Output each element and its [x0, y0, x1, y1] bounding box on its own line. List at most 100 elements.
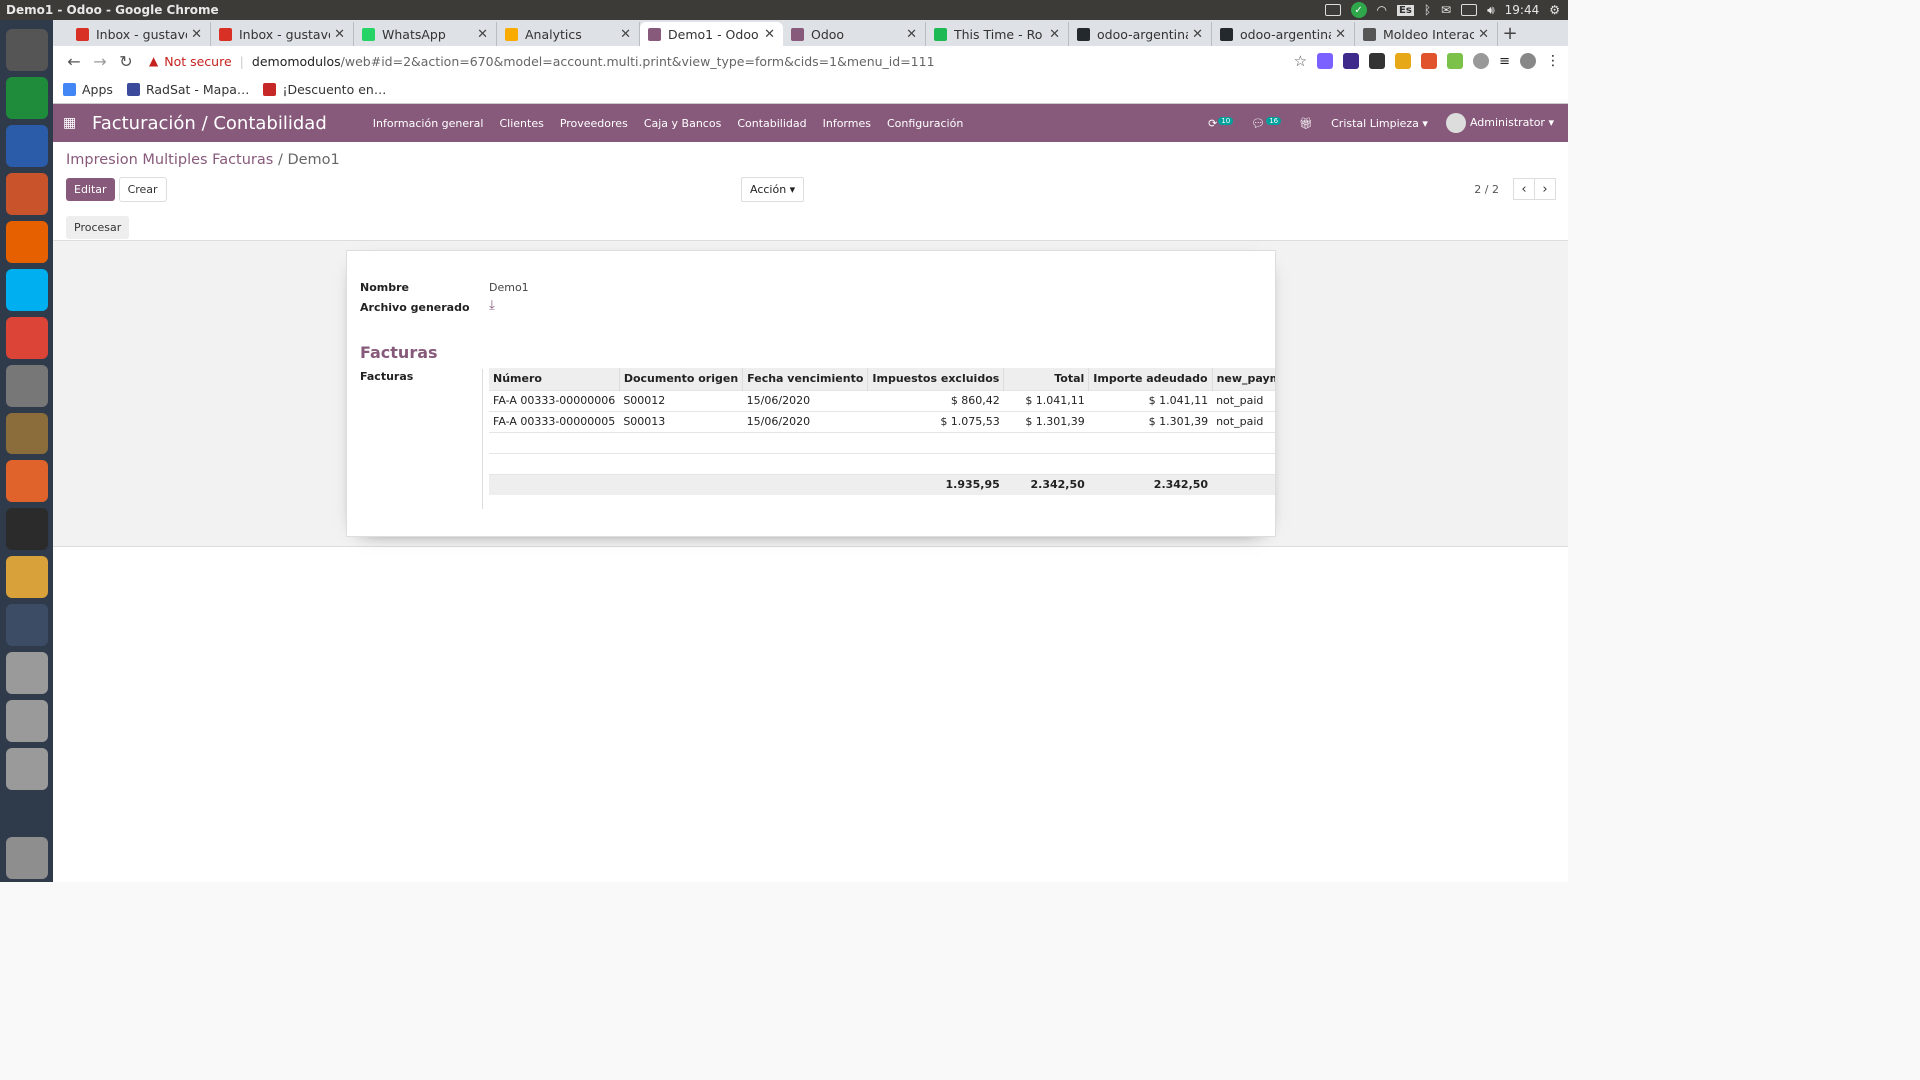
create-button[interactable]: Crear: [118, 176, 167, 202]
drive-icon[interactable]: [5, 748, 48, 790]
reload-icon[interactable]: ↻: [113, 52, 139, 71]
browser-tab[interactable]: Inbox - gustavo. ✕: [211, 22, 354, 46]
sync-check-icon[interactable]: ✓: [1350, 2, 1367, 18]
company-switcher[interactable]: Cristal Limpieza ▾: [1331, 117, 1428, 130]
main-menu-item[interactable]: Configuración: [879, 117, 971, 130]
browser-tab[interactable]: Odoo ✕: [783, 22, 926, 46]
extension-icon[interactable]: [1369, 53, 1386, 69]
system-settings-icon[interactable]: [5, 29, 48, 71]
close-tab-icon[interactable]: ✕: [1192, 27, 1203, 42]
column-header[interactable]: Fecha vencimiento: [742, 368, 869, 390]
calc-icon[interactable]: [5, 76, 48, 119]
volume-icon[interactable]: 🔊︎: [1487, 3, 1495, 18]
firefox-icon[interactable]: [5, 220, 48, 263]
mail-icon[interactable]: ✉: [1441, 3, 1451, 17]
process-button[interactable]: Procesar: [66, 215, 130, 239]
action-dropdown[interactable]: Acción ▾: [741, 176, 805, 202]
drive-icon[interactable]: [5, 652, 48, 695]
column-header[interactable]: Número: [489, 368, 620, 390]
browser-tab[interactable]: odoo-argentina ✕: [1212, 22, 1355, 46]
forward-icon[interactable]: →: [87, 52, 113, 71]
extension-icon[interactable]: [1343, 53, 1360, 69]
profile-avatar[interactable]: [1520, 53, 1536, 69]
extension-icon[interactable]: [1447, 53, 1464, 69]
pager-prev-button[interactable]: ‹: [1513, 178, 1535, 200]
url-host[interactable]: demomodulos: [252, 54, 341, 69]
column-header[interactable]: new_payment_state: [1212, 368, 1275, 390]
column-header[interactable]: Importe adeudado: [1088, 368, 1213, 390]
main-menu-item[interactable]: Informes: [815, 117, 879, 130]
browser-tab[interactable]: Inbox - gustavo. ✕: [68, 22, 211, 46]
main-menu-item[interactable]: Información general: [365, 117, 492, 130]
pager-value[interactable]: 2 / 2: [1474, 183, 1499, 196]
url-path[interactable]: /web#id=2&action=670&model=account.multi…: [341, 54, 935, 69]
main-menu-item[interactable]: Caja y Bancos: [636, 117, 730, 130]
close-tab-icon[interactable]: ✕: [906, 27, 917, 42]
clock[interactable]: 19:44: [1505, 3, 1540, 17]
table-row[interactable]: FA-A 00333-00000005 S00013 15/06/2020 $ 1.0…: [489, 410, 1275, 432]
browser-tab[interactable]: WhatsApp ✕: [354, 22, 497, 46]
new-tab-button[interactable]: +: [1498, 22, 1522, 46]
browser-tab[interactable]: Moldeo Interact ✕: [1355, 22, 1498, 46]
extension-icon[interactable]: [1421, 53, 1438, 69]
messages-icon[interactable]: 💬︎ 16: [1251, 116, 1282, 130]
software-center-icon[interactable]: [5, 460, 48, 503]
writer-icon[interactable]: [5, 124, 48, 167]
battery-icon[interactable]: [1461, 4, 1478, 16]
extension-icon[interactable]: [1317, 53, 1334, 69]
close-tab-icon[interactable]: ✕: [764, 27, 775, 42]
user-menu[interactable]: Administrator ▾: [1445, 113, 1554, 133]
media-control-icon[interactable]: ≡: [1499, 54, 1510, 69]
close-tab-icon[interactable]: ✕: [191, 27, 202, 42]
column-header[interactable]: Documento origen: [619, 368, 744, 390]
browser-tab[interactable]: Analytics ✕: [497, 22, 640, 46]
breadcrumb-parent[interactable]: Impresion Multiples Facturas: [66, 152, 273, 168]
activity-icon[interactable]: ⟳ 10: [1208, 116, 1234, 130]
pager-next-button[interactable]: ›: [1534, 178, 1556, 200]
back-icon[interactable]: ←: [61, 52, 87, 71]
settings-gear-icon[interactable]: ⚙: [1549, 3, 1560, 17]
main-menu-item[interactable]: Proveedores: [552, 117, 636, 130]
gift-icon[interactable]: 🎁︎: [1299, 117, 1313, 130]
close-tab-icon[interactable]: ✕: [1478, 27, 1489, 42]
close-tab-icon[interactable]: ✕: [620, 27, 631, 42]
close-tab-icon[interactable]: ✕: [477, 27, 488, 42]
warning-icon[interactable]: ▲: [149, 54, 158, 68]
bookmark-item[interactable]: Apps: [63, 82, 113, 97]
chrome-icon[interactable]: [5, 316, 48, 359]
tools-icon[interactable]: [5, 364, 48, 407]
column-header[interactable]: Total: [1003, 368, 1090, 390]
chrome-menu-icon[interactable]: ⋮: [1546, 53, 1560, 69]
browser-tab[interactable]: Demo1 - Odoo ✕: [640, 22, 783, 46]
impress-icon[interactable]: [5, 172, 48, 215]
extension-icon[interactable]: [1395, 53, 1412, 69]
close-tab-icon[interactable]: ✕: [334, 27, 345, 42]
app-title[interactable]: Facturación / Contabilidad: [92, 113, 327, 134]
browser-tab[interactable]: odoo-argentina ✕: [1069, 22, 1212, 46]
text-editor-icon[interactable]: [5, 556, 48, 599]
omnibox[interactable]: ▲ Not secure | demomodulos/web#id=2&acti…: [139, 49, 1294, 73]
bookmark-star-icon[interactable]: ☆: [1294, 52, 1307, 70]
terminal-icon[interactable]: [5, 508, 48, 551]
wifi-icon[interactable]: ◠: [1377, 3, 1387, 17]
close-tab-icon[interactable]: ✕: [1049, 27, 1060, 42]
edit-button[interactable]: Editar: [66, 177, 115, 201]
download-icon[interactable]: ⤓: [489, 298, 495, 313]
bluetooth-icon[interactable]: ᛒ: [1424, 3, 1431, 17]
security-label[interactable]: Not secure: [164, 54, 231, 69]
column-header[interactable]: Impuestos excluidos: [867, 368, 1005, 390]
keyboard-layout-indicator[interactable]: Es: [1397, 4, 1414, 16]
drive-icon[interactable]: [5, 700, 48, 743]
bookmark-item[interactable]: ¡Descuento en…: [263, 82, 386, 97]
bookmark-item[interactable]: RadSat - Mapa…: [126, 82, 249, 97]
main-menu-item[interactable]: Contabilidad: [729, 117, 814, 130]
workspaces-icon[interactable]: [5, 604, 48, 647]
files-icon[interactable]: [5, 412, 48, 455]
table-row[interactable]: FA-A 00333-00000006 S00012 15/06/2020 $ 860…: [489, 389, 1275, 411]
display-icon[interactable]: [1324, 4, 1341, 16]
close-tab-icon[interactable]: ✕: [1335, 27, 1346, 42]
extension-icon[interactable]: [1473, 53, 1490, 69]
apps-menu-icon[interactable]: ▦: [53, 115, 79, 131]
browser-tab[interactable]: This Time - Ro ✕: [926, 22, 1069, 46]
skype-icon[interactable]: [5, 268, 48, 311]
